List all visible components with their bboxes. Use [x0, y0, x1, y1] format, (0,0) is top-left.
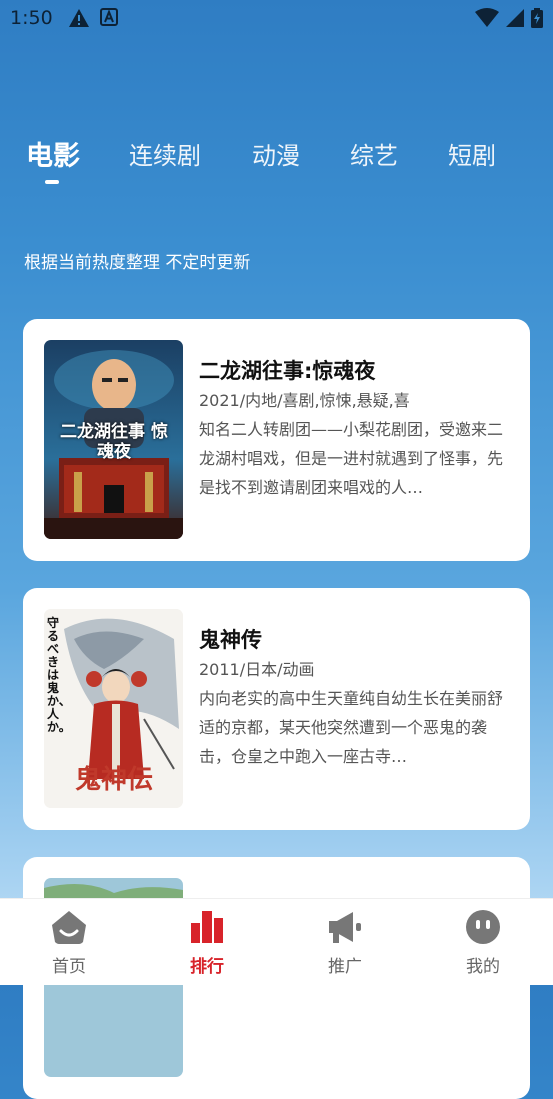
nav-home[interactable]: 首页 — [24, 899, 114, 985]
item-meta: 2021/内地/喜剧,惊悚,悬疑,喜 — [199, 391, 410, 410]
nav-ranking[interactable]: 排行 — [162, 899, 252, 985]
tab-series[interactable]: 连续剧 — [129, 136, 201, 171]
status-time: 1:50 — [10, 7, 53, 29]
poster-image: 守るべきは鬼か、人か。 鬼神伝 — [44, 609, 183, 808]
item-meta: 2011/日本/动画 — [199, 660, 315, 679]
tab-movie[interactable]: 电影 — [26, 134, 80, 173]
wifi-icon — [475, 8, 499, 27]
nav-promotion-label: 推广 — [328, 957, 362, 977]
category-tabs: 电影 连续剧 动漫 综艺 短剧 — [0, 132, 553, 192]
tab-active-indicator — [45, 180, 59, 184]
profile-icon — [466, 910, 500, 944]
nav-profile[interactable]: 我的 — [438, 899, 528, 985]
battery-icon — [531, 8, 543, 28]
nav-promotion[interactable]: 推广 — [300, 899, 390, 985]
ranking-icon — [191, 911, 223, 943]
item-title: 鬼神传 — [199, 628, 262, 652]
megaphone-icon — [329, 912, 361, 943]
home-icon — [52, 911, 86, 944]
nav-profile-label: 我的 — [466, 957, 500, 977]
tab-short-drama[interactable]: 短剧 — [448, 136, 496, 171]
notification-a-icon — [100, 8, 118, 26]
item-description: 内向老实的高中生天童纯自幼生长在美丽舒适的京都，某天他突然遭到一个恶鬼的袭击，仓… — [199, 689, 504, 766]
tab-anime[interactable]: 动漫 — [252, 136, 300, 171]
poster-title: 二龙湖往事 惊魂夜 — [60, 422, 168, 462]
list-item[interactable]: 守るべきは鬼か、人か。 鬼神伝 鬼神传 2011/日本/动画 内向老实的高中生天… — [23, 588, 530, 830]
nav-ranking-label: 排行 — [190, 957, 224, 977]
tab-variety[interactable]: 综艺 — [350, 136, 398, 171]
item-description: 知名二人转剧团——小梨花剧团，受邀来二龙湖村唱戏，但是一进村就遇到了怪事，先是找… — [199, 420, 504, 497]
poster-image: 二龙湖往事 惊魂夜 — [44, 340, 183, 539]
warning-icon — [69, 9, 89, 27]
poster-title: 鬼神伝 — [74, 765, 153, 795]
signal-icon — [506, 9, 524, 27]
poster-tagline: 守るべきは鬼か、人か。 — [47, 616, 71, 734]
item-title: 二龙湖往事:惊魂夜 — [199, 359, 376, 383]
nav-home-label: 首页 — [52, 957, 86, 977]
bottom-navigation: 首页 排行 推广 我的 — [0, 898, 553, 985]
list-subtitle: 根据当前热度整理 不定时更新 — [24, 253, 251, 273]
status-bar: 1:50 — [0, 0, 553, 38]
list-item[interactable]: 二龙湖往事 惊魂夜 二龙湖往事:惊魂夜 2021/内地/喜剧,惊悚,悬疑,喜 知… — [23, 319, 530, 561]
